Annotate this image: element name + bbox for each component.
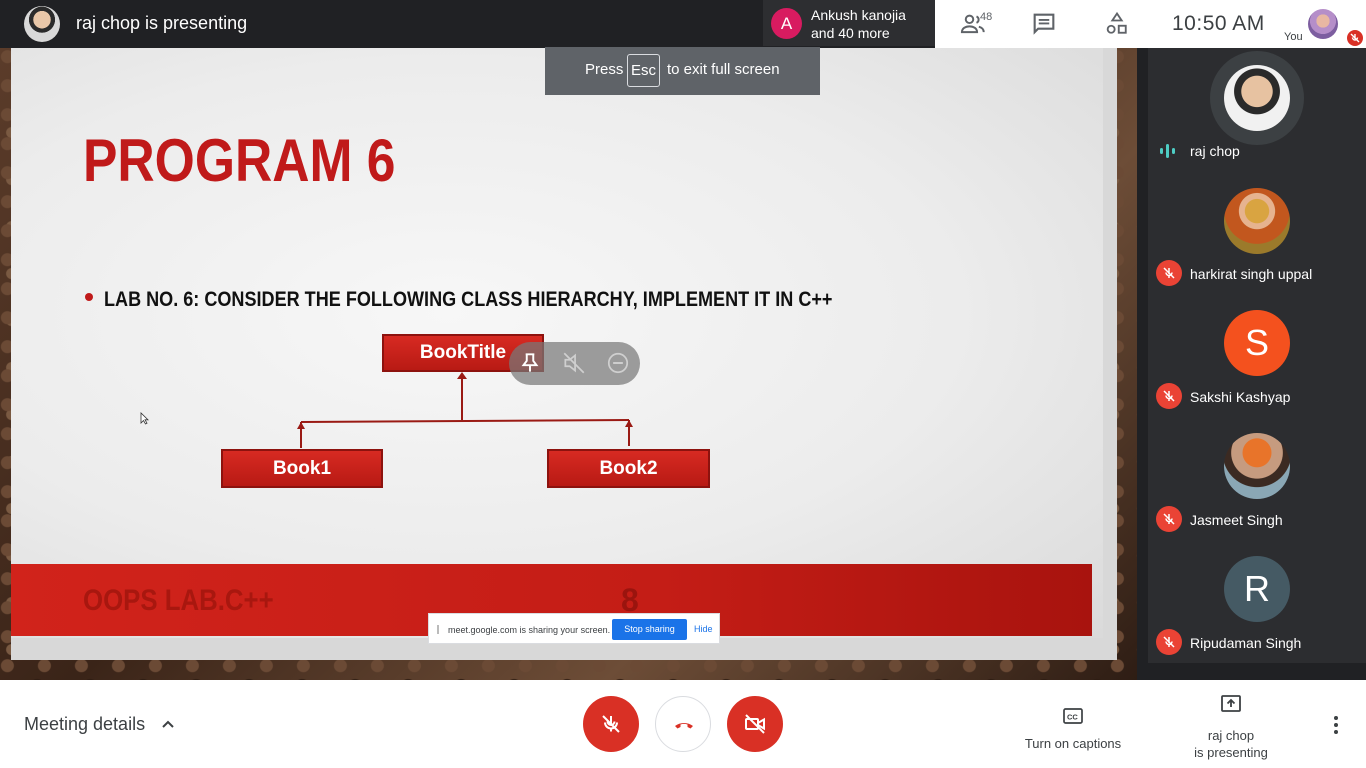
diagram-box-book2: Book2 — [547, 449, 710, 488]
participants-pill[interactable]: A Ankush kanojia and 40 more — [763, 0, 935, 46]
participant-name: harkirat singh uppal — [1190, 266, 1313, 282]
share-message: meet.google.com is sharing your screen. — [448, 625, 611, 635]
participant-name: Jasmeet Singh — [1190, 512, 1283, 528]
present-label-line1: raj chop — [1207, 728, 1255, 743]
self-avatar[interactable] — [1308, 9, 1338, 39]
mic-toggle-button[interactable] — [583, 696, 639, 752]
diagram-box-book1: Book1 — [221, 449, 383, 488]
bottom-bar: Meeting details CC Turn on captions raj — [0, 680, 1366, 768]
avatar: S — [1224, 310, 1290, 376]
remove-icon[interactable] — [605, 350, 631, 376]
present-button[interactable]: raj chop is presenting — [1176, 690, 1286, 760]
hide-link[interactable]: Hide — [694, 624, 713, 634]
avatar: R — [1224, 556, 1290, 622]
mic-off-icon — [1156, 629, 1182, 655]
captions-label: Turn on captions — [1024, 736, 1122, 751]
mic-off-icon — [602, 715, 620, 733]
avatar — [1224, 433, 1290, 499]
participant-avatar: A — [771, 8, 802, 39]
stop-sharing-button[interactable]: Stop sharing — [612, 619, 687, 640]
toast-message: to exit full screen — [667, 61, 780, 78]
participant-name: raj chop — [1190, 143, 1240, 159]
avatar — [1224, 188, 1290, 254]
chat-icon[interactable] — [1030, 10, 1058, 38]
mic-off-icon — [1156, 260, 1182, 286]
captions-icon: CC — [1063, 708, 1083, 724]
participant-name: Ankush kanojia — [811, 7, 906, 23]
mic-off-icon — [1156, 383, 1182, 409]
speaking-indicator-icon — [1160, 144, 1175, 158]
mute-icon[interactable] — [561, 350, 587, 376]
participant-name: Sakshi Kashyap — [1190, 389, 1291, 405]
pin-icon[interactable] — [517, 350, 543, 376]
camera-toggle-button[interactable] — [727, 696, 783, 752]
self-mic-off-icon — [1347, 30, 1363, 46]
leave-call-button[interactable] — [655, 696, 711, 752]
you-label: You — [1284, 31, 1303, 43]
participant-more: and 40 more — [811, 25, 890, 41]
clock: 10:50 AM — [1172, 12, 1265, 35]
participant-name: Ripudaman Singh — [1190, 635, 1302, 651]
top-bar: raj chop is presenting A Ankush kanojia … — [0, 0, 1366, 48]
chevron-up-icon[interactable] — [160, 716, 176, 732]
activities-icon[interactable] — [1103, 10, 1131, 38]
tile-controls — [509, 342, 640, 385]
captions-button[interactable]: CC Turn on captions — [1010, 696, 1136, 752]
footer-course: OOPS LAB.C++ — [83, 584, 274, 617]
meeting-details-button[interactable]: Meeting details — [24, 714, 145, 735]
participants-panel: raj chop harkirat singh uppal S Sakshi K… — [1148, 48, 1366, 663]
present-label-line2: is presenting — [1194, 745, 1268, 760]
more-vert-icon[interactable] — [1326, 714, 1346, 736]
mouse-cursor-icon — [140, 412, 149, 425]
drag-handle-icon[interactable] — [437, 625, 439, 634]
presenting-title: raj chop is presenting — [76, 13, 248, 33]
camera-off-icon — [745, 714, 765, 734]
toast-esc-key: Esc — [627, 54, 660, 87]
avatar — [1224, 65, 1290, 131]
mic-off-icon — [1156, 506, 1182, 532]
svg-text:CC: CC — [1067, 713, 1078, 722]
screen-share-bar: meet.google.com is sharing your screen. … — [428, 613, 720, 644]
toast-press: Press — [585, 61, 624, 78]
people-count: 48 — [980, 11, 993, 23]
present-icon — [1221, 695, 1241, 712]
hangup-icon — [675, 723, 693, 729]
fullscreen-toast: Press Esc to exit full screen — [545, 47, 820, 95]
presenter-avatar — [24, 6, 60, 42]
